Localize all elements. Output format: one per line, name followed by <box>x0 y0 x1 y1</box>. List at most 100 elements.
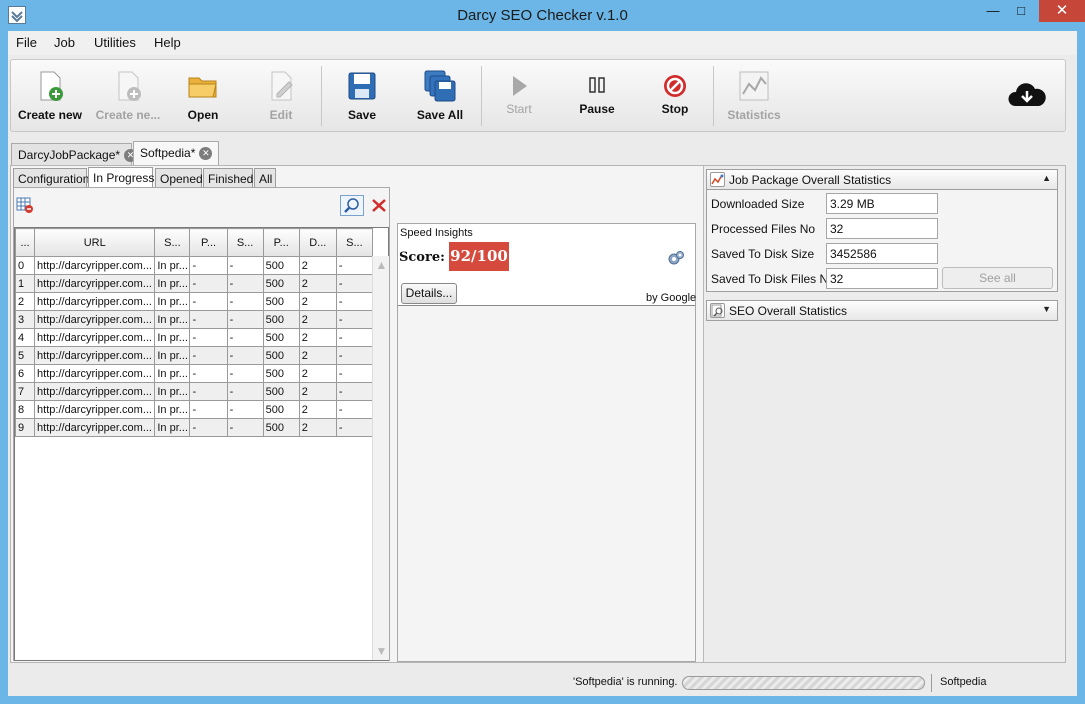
table-cell: - <box>335 310 374 329</box>
column-header[interactable]: P... <box>262 228 300 257</box>
table-row[interactable]: 2 http://darcyripper.com... In pr... - -500 2… <box>14 292 374 311</box>
menu-file[interactable]: File <box>16 35 37 50</box>
toolbar-separator <box>321 66 322 126</box>
table-cell: 2 <box>298 382 337 401</box>
column-header[interactable]: S... <box>335 228 374 257</box>
column-header[interactable]: D... <box>298 228 337 257</box>
table-row[interactable]: 3 http://darcyripper.com... In pr... - -500 2… <box>14 310 374 329</box>
saved-disk-size-field[interactable]: 3452586 <box>826 243 938 264</box>
pause-button[interactable]: Pause <box>567 60 627 131</box>
tab-configuration[interactable]: Configuration <box>13 168 89 188</box>
column-header[interactable]: ... <box>14 228 36 257</box>
table-cell: - <box>226 418 264 437</box>
minimize-icon[interactable]: — <box>978 0 1008 22</box>
table-cell: In pr... <box>154 274 191 293</box>
column-header[interactable]: S... <box>226 228 264 257</box>
tab-all[interactable]: All <box>254 168 276 188</box>
table-cell: 500 <box>262 400 300 419</box>
save-button[interactable]: Save <box>332 60 392 131</box>
table-row[interactable]: 4 http://darcyripper.com... In pr... - -500 2… <box>14 328 374 347</box>
downloaded-size-field[interactable]: 3.29 MB <box>826 193 938 214</box>
url-cell: http://darcyripper.com... <box>34 418 156 437</box>
see-all-button[interactable]: See all <box>942 267 1053 289</box>
tab-darcyjobpackage[interactable]: DarcyJobPackage* ✕ <box>11 143 138 166</box>
menu-bar: File Job Utilities Help <box>8 31 1077 55</box>
save-all-button[interactable]: Save All <box>407 60 473 131</box>
progress-bar <box>682 676 925 690</box>
vertical-scrollbar[interactable]: ▲ ▼ <box>372 256 389 660</box>
table-row[interactable]: 6 http://darcyripper.com... In pr... - -500 2… <box>14 364 374 383</box>
scroll-up-icon[interactable]: ▲ <box>375 258 388 272</box>
edit-button[interactable]: Edit <box>251 60 311 131</box>
close-icon[interactable]: ✕ <box>1039 0 1085 22</box>
menu-utilities[interactable]: Utilities <box>94 35 136 50</box>
table-cell: 500 <box>262 310 300 329</box>
tab-close-icon[interactable]: ✕ <box>199 147 213 160</box>
score-badge: 92/100 <box>449 242 509 271</box>
table-row[interactable]: 9 http://darcyripper.com... In pr... - -500 2… <box>14 418 374 437</box>
tab-finished[interactable]: Finished <box>203 168 253 188</box>
table-cell: In pr... <box>154 382 191 401</box>
tab-opened[interactable]: Opened <box>155 168 203 188</box>
table-cell: 9 <box>14 418 36 437</box>
table-cell: 3 <box>14 310 36 329</box>
table-cell: 2 <box>298 328 337 347</box>
column-header-url[interactable]: URL <box>34 228 156 257</box>
tab-softpedia[interactable]: Softpedia* ✕ <box>133 141 219 166</box>
table-cell: - <box>189 256 228 275</box>
menu-job[interactable]: Job <box>54 35 75 50</box>
table-row[interactable]: 1 http://darcyripper.com... In pr... - -500 2… <box>14 274 374 293</box>
cloud-download-icon[interactable] <box>1007 82 1047 110</box>
details-button[interactable]: Details... <box>401 283 457 304</box>
table-header-row: ... URL S... P... S... P... D... S... <box>14 228 374 257</box>
status-separator <box>931 674 932 692</box>
create-new-button[interactable]: Create new <box>13 60 87 131</box>
collapse-up-icon[interactable]: ▲ <box>1042 173 1051 183</box>
statistics-button[interactable]: Statistics <box>722 60 786 131</box>
table-row[interactable]: 7 http://darcyripper.com... In pr... - -500 2… <box>14 382 374 401</box>
table-cell: 500 <box>262 274 300 293</box>
maximize-icon[interactable]: □ <box>1006 0 1036 22</box>
search-icon[interactable] <box>340 195 364 216</box>
column-header[interactable]: P... <box>189 228 228 257</box>
column-header[interactable]: S... <box>154 228 191 257</box>
open-button[interactable]: Open <box>173 60 233 131</box>
table-row[interactable]: 0 http://darcyripper.com... In pr... - -500 2… <box>14 256 374 275</box>
folder-icon <box>188 77 217 98</box>
table-cell: - <box>189 346 228 365</box>
gears-icon[interactable] <box>667 249 685 267</box>
table-row[interactable]: 5 http://darcyripper.com... In pr... - -500 2… <box>14 346 374 365</box>
table-cell: 8 <box>14 400 36 419</box>
menu-help[interactable]: Help <box>154 35 181 50</box>
table-cell: 2 <box>298 292 337 311</box>
tab-label: Softpedia* <box>140 146 196 160</box>
table-cell: 5 <box>14 346 36 365</box>
play-icon <box>513 76 527 96</box>
table-cell: In pr... <box>154 292 191 311</box>
table-cell: - <box>189 382 228 401</box>
seo-stats-header[interactable]: SEO Overall Statistics ▼ <box>706 300 1058 321</box>
saved-disk-files-field[interactable]: 32 <box>826 268 938 289</box>
processed-files-label: Processed Files No <box>711 222 816 236</box>
processed-files-field[interactable]: 32 <box>826 218 938 239</box>
url-grid[interactable]: ... URL S... P... S... P... D... S... 0h… <box>14 227 389 661</box>
table-cell: - <box>226 274 264 293</box>
stop-button[interactable]: Stop <box>645 60 705 131</box>
tab-in-progress[interactable]: In Progress <box>88 167 154 188</box>
table-cell: - <box>335 364 374 383</box>
saved-disk-size-label: Saved To Disk Size <box>711 247 815 261</box>
delete-icon[interactable] <box>371 197 387 213</box>
expand-down-icon[interactable]: ▼ <box>1042 304 1051 314</box>
table-cell: 500 <box>262 382 300 401</box>
clear-list-icon[interactable] <box>16 197 34 214</box>
table-cell: 2 <box>298 346 337 365</box>
table-row[interactable]: 8 http://darcyripper.com... In pr... - -500 2… <box>14 400 374 419</box>
create-new-disabled-button[interactable]: Create ne... <box>91 60 165 131</box>
table-cell: 2 <box>298 310 337 329</box>
table-cell: - <box>226 310 264 329</box>
tab-label: DarcyJobPackage* <box>18 148 121 162</box>
scroll-down-icon[interactable]: ▼ <box>375 644 388 658</box>
table-cell: In pr... <box>154 328 191 347</box>
job-package-stats-header[interactable]: Job Package Overall Statistics ▲ <box>706 169 1058 190</box>
start-button[interactable]: Start <box>489 60 549 131</box>
